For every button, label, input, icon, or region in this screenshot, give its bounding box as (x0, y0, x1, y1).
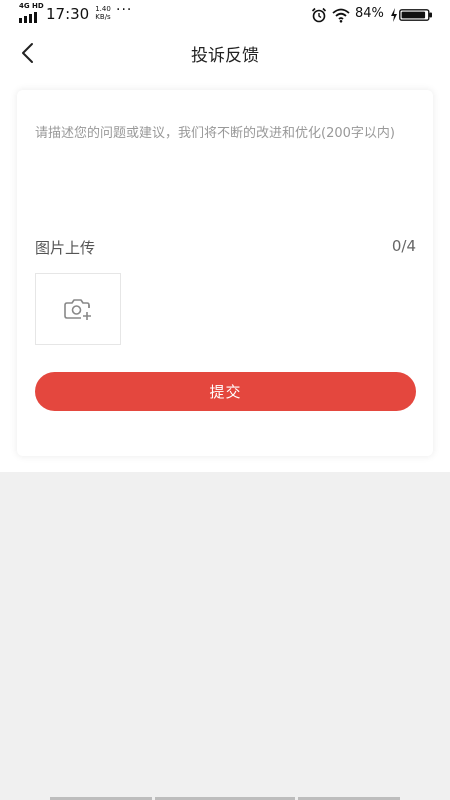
image-upload-count: 0/4 (391, 237, 416, 255)
battery-icon (399, 9, 432, 21)
battery-percent: 84% (355, 6, 384, 21)
back-button[interactable] (10, 36, 44, 70)
signal-icon (19, 12, 37, 23)
network-speed: 1.40 KB/s (92, 5, 114, 21)
page-title: 投诉反馈 (191, 46, 259, 66)
image-upload-button[interactable] (35, 273, 121, 345)
alarm-icon (311, 7, 327, 23)
wifi-icon (332, 8, 350, 23)
top-area: 4G HD 17:30 1.40 KB/s ··· 84% 投诉反馈 请描述您的… (0, 0, 450, 472)
status-bar: 4G HD 17:30 1.40 KB/s ··· 84% (0, 0, 450, 30)
submit-button[interactable]: 提交 (35, 372, 416, 411)
camera-add-icon (64, 299, 91, 320)
nav-bar: 投诉反馈 (0, 30, 450, 76)
status-time: 17:30 (46, 5, 90, 23)
image-upload-label: 图片上传 (35, 239, 96, 257)
network-speed-unit: KB/s (95, 13, 111, 21)
chevron-left-icon (22, 43, 33, 63)
charging-icon (391, 8, 397, 22)
feedback-input[interactable] (35, 124, 419, 224)
more-notifications-icon: ··· (116, 2, 133, 18)
feedback-card: 图片上传 0/4 提交 (17, 90, 433, 456)
network-speed-value: 1.40 (95, 5, 111, 13)
